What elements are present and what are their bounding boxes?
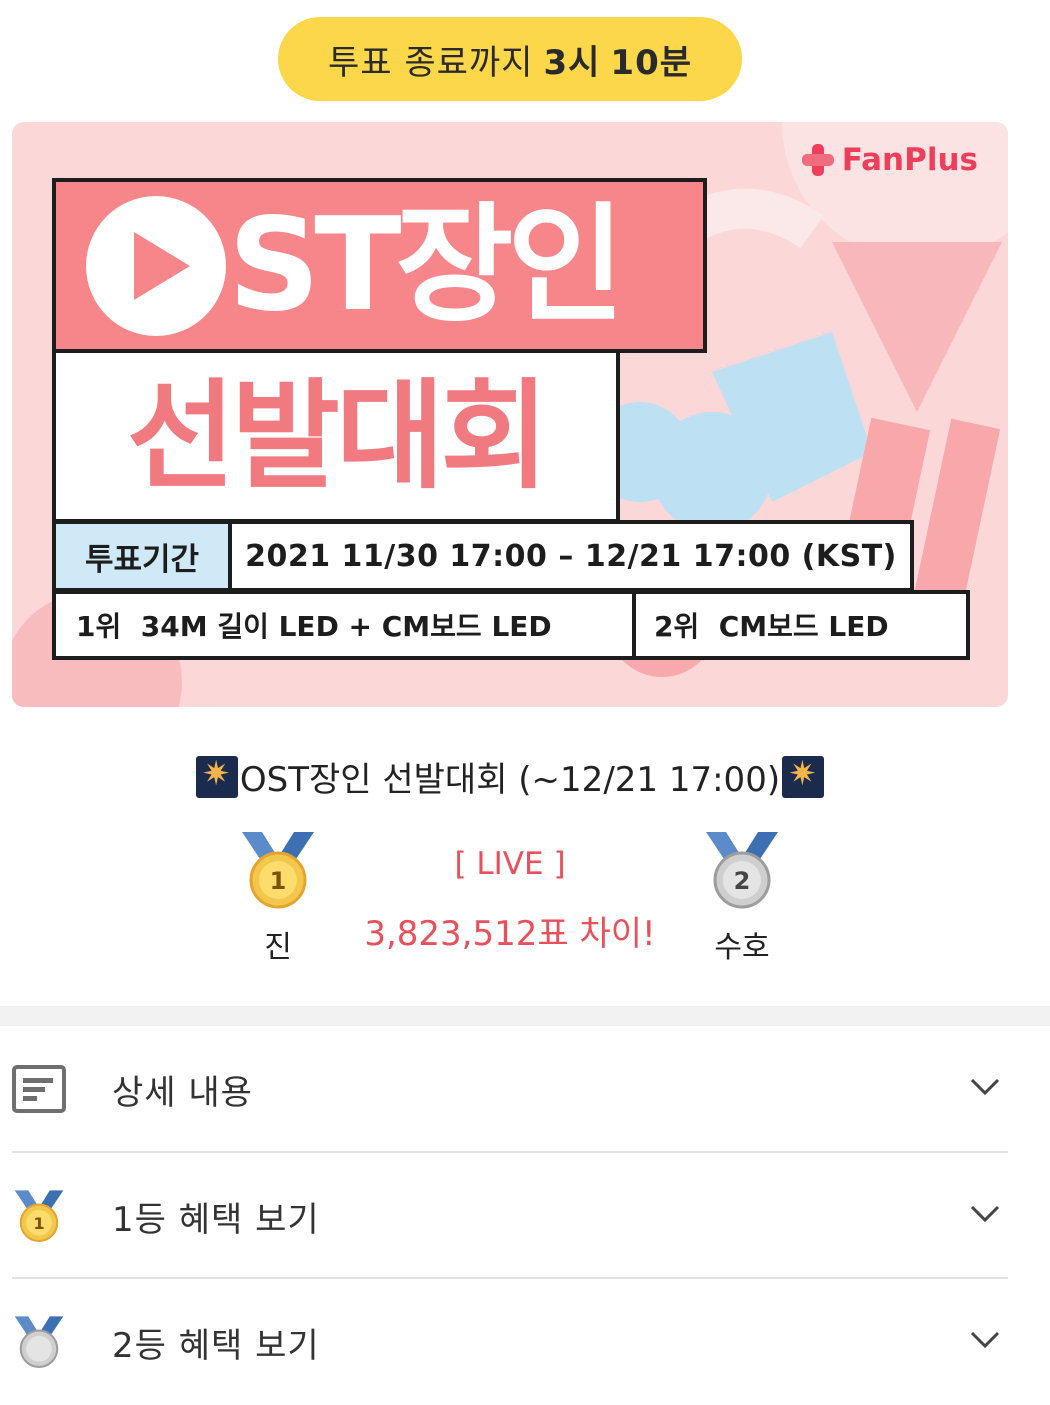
second-prize-rank: 2위 [654, 610, 700, 643]
gold-medal-number: 1 [33, 1214, 44, 1233]
fanplus-cross-icon [801, 144, 834, 176]
vote-period-row: 투표기간 2021 11/30 17:00 – 12/21 17:00 (KST… [52, 520, 914, 592]
vote-timer-banner: 투표 종료까지 3시 10분 [278, 17, 742, 101]
vote-period-value: 2021 11/30 17:00 – 12/21 17:00 (KST) [245, 538, 897, 574]
banner-subtitle-box: 선발대회 [52, 353, 620, 523]
vote-title: OST장인 선발대회 (~12/21 17:00) [0, 752, 1020, 801]
event-banner[interactable]: FanPlus ST장인 선발대회 투표기간 2021 11/30 17:00 … [12, 122, 1008, 707]
banner-subtitle: 선발대회 [126, 367, 549, 505]
silver-medal-icon [14, 1316, 64, 1368]
silver-medal-icon: 2 [706, 832, 778, 909]
first-prize-text: 34M 길이 LED + CM보드 LED [140, 610, 552, 643]
document-icon [12, 1065, 66, 1113]
banner-title-box: ST장인 [52, 178, 707, 353]
chevron-down-icon[interactable] [970, 1077, 1000, 1097]
gold-medal-icon: 1 [14, 1190, 64, 1242]
vote-period-label: 투표기간 [56, 524, 232, 588]
section-divider [0, 1006, 1050, 1026]
vote-title-text: OST장인 선발대회 (~12/21 17:00) [239, 760, 781, 800]
chevron-down-icon[interactable] [970, 1330, 1000, 1350]
first-place-name: 진 [264, 930, 292, 965]
accordion-first-prize[interactable]: 1 1등 혜택 보기 [12, 1153, 1008, 1279]
fanplus-logo: FanPlus [800, 142, 978, 178]
gold-medal-icon: 1 [242, 832, 314, 909]
timer-hours: 3시 [543, 42, 601, 83]
second-prize: 2위 CM보드 LED [636, 590, 970, 660]
accordion-details[interactable]: 상세 내용 [12, 1026, 1008, 1152]
timer-minutes: 10분 [610, 42, 693, 83]
brand-name: FanPlus [841, 142, 978, 178]
accordion-first-prize-label: 1등 혜택 보기 [112, 1199, 320, 1240]
vote-difference: 3,823,512표 차이! [364, 914, 656, 954]
silver-medal-number: 2 [734, 867, 751, 895]
first-prize: 1위 34M 길이 LED + CM보드 LED [52, 590, 636, 660]
accordion-second-prize-label: 2등 혜택 보기 [112, 1325, 320, 1366]
first-prize-rank: 1위 [76, 610, 122, 643]
fireworks-icon [782, 754, 825, 798]
play-icon [86, 195, 226, 336]
prize-row: 1위 34M 길이 LED + CM보드 LED 2위 CM보드 LED [52, 590, 970, 660]
second-place-name: 수호 [714, 930, 770, 965]
gold-medal-number: 1 [270, 867, 287, 895]
chevron-down-icon[interactable] [970, 1204, 1000, 1224]
timer-prefix: 투표 종료까지 [327, 42, 534, 83]
second-prize-text: CM보드 LED [718, 610, 889, 643]
live-label: [ LIVE ] [454, 846, 566, 882]
banner-title: ST장인 [228, 190, 625, 340]
accordion-second-prize[interactable]: 2등 혜택 보기 [12, 1279, 1008, 1405]
accordion-details-label: 상세 내용 [112, 1072, 253, 1113]
fireworks-icon [195, 754, 238, 798]
